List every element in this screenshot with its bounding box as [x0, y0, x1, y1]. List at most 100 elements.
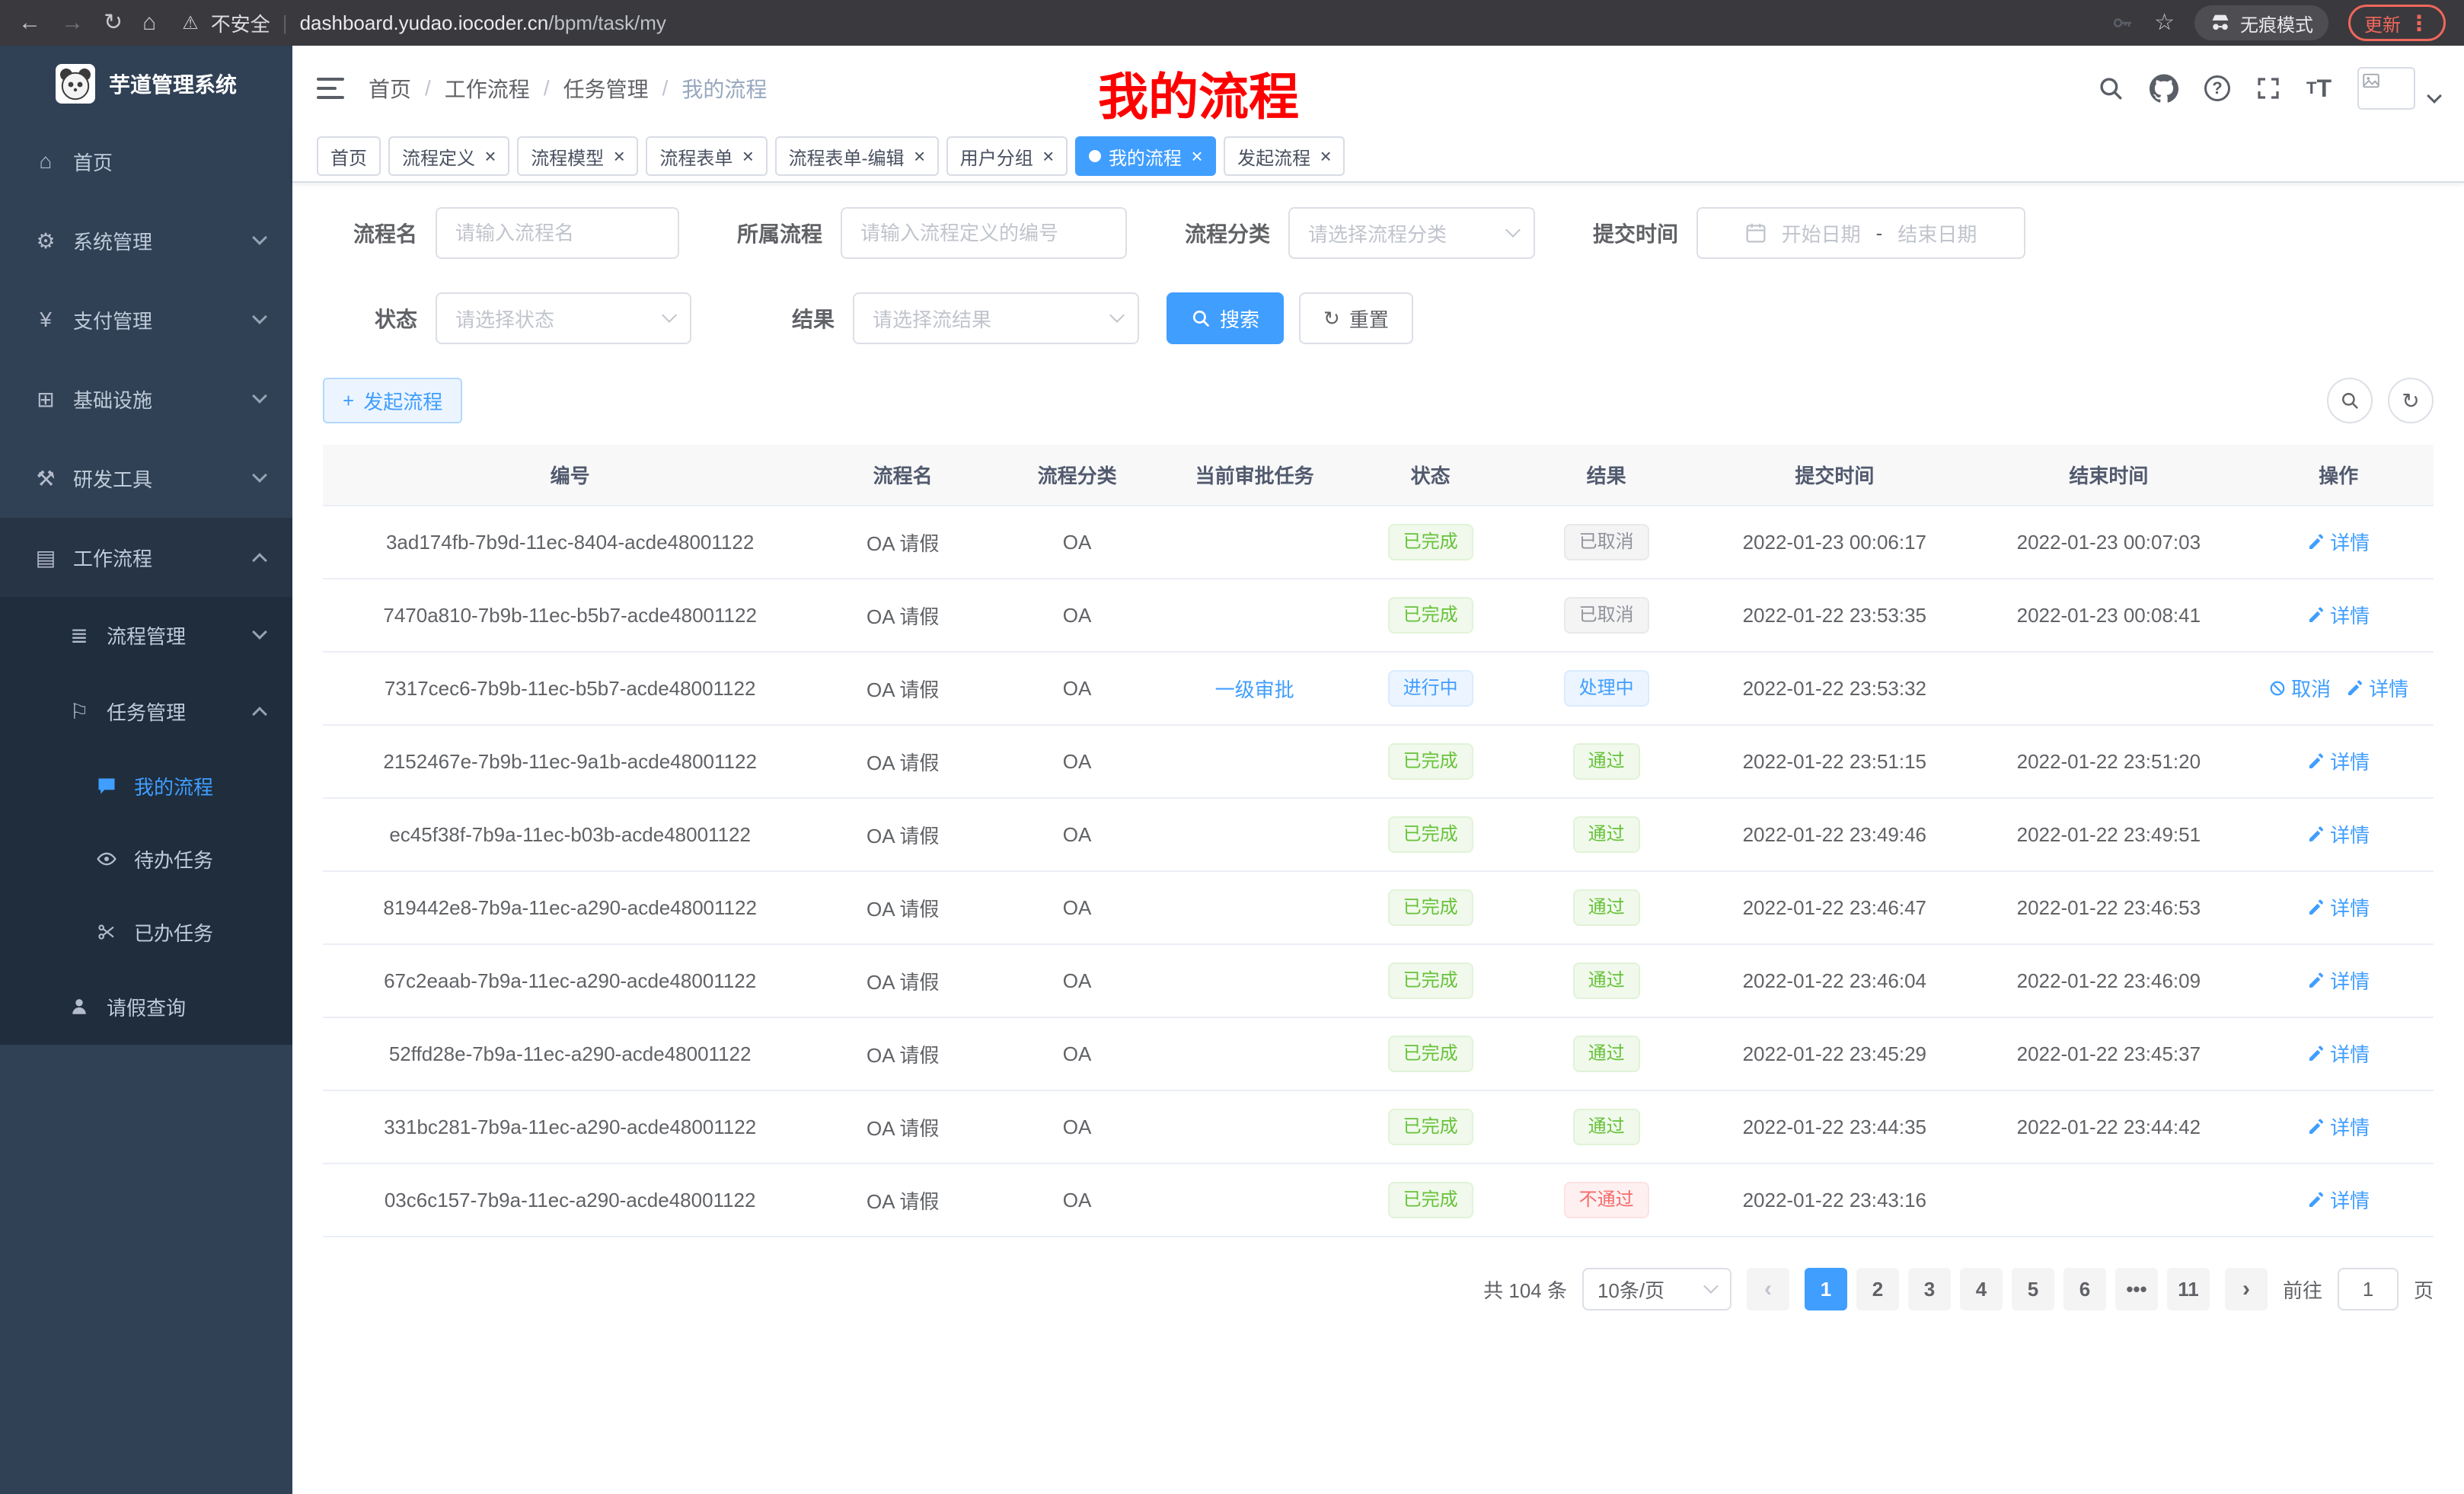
back-icon[interactable]: ←	[18, 11, 41, 34]
breadcrumb-item[interactable]: 工作流程	[445, 73, 530, 104]
search-button-label: 搜索	[1220, 305, 1259, 333]
page-size-select[interactable]: 10条/页	[1582, 1268, 1732, 1310]
table-search-toggle-button[interactable]	[2327, 378, 2373, 423]
address-bar[interactable]: ⚠ 不安全 | dashboard.yudao.iocoder.cn/bpm/t…	[182, 9, 2092, 37]
breadcrumb-item[interactable]: 首页	[369, 73, 411, 104]
password-key-icon[interactable]	[2111, 11, 2134, 34]
font-size-icon[interactable]: TT	[2306, 75, 2332, 103]
view-tab[interactable]: 流程表单-编辑×	[775, 136, 939, 176]
cell-current-task	[1166, 798, 1343, 871]
browser-home-icon[interactable]: ⌂	[142, 11, 156, 34]
process-definition-input[interactable]	[841, 207, 1127, 259]
column-header-status: 状态	[1343, 445, 1518, 506]
avatar-caret-icon[interactable]	[2427, 88, 2442, 104]
view-tab[interactable]: 首页	[317, 136, 381, 176]
cell-submit-time: 2022-01-22 23:46:04	[1695, 944, 1974, 1017]
sidebar-item-process-management[interactable]: ≣ 流程管理	[0, 597, 292, 673]
result-select[interactable]: 请选择流结果	[853, 292, 1139, 344]
tab-close-icon[interactable]: ×	[1042, 146, 1054, 166]
next-page-button[interactable]: ›	[2225, 1268, 2268, 1310]
sidebar-item-payment[interactable]: ¥ 支付管理	[0, 280, 292, 359]
cell-category: OA	[988, 798, 1166, 871]
page-button[interactable]: 2	[1856, 1268, 1899, 1310]
detail-link[interactable]: 详情	[2307, 601, 2370, 629]
chevron-down-icon	[252, 309, 267, 324]
detail-link[interactable]: 详情	[2346, 674, 2408, 702]
sidebar-item-todo-tasks[interactable]: 待办任务	[0, 822, 292, 895]
forward-icon[interactable]: →	[61, 11, 84, 34]
prev-page-button[interactable]: ‹	[1747, 1268, 1789, 1310]
view-tab[interactable]: 用户分组×	[946, 136, 1068, 176]
filter-label: 状态	[323, 303, 417, 334]
tab-close-icon[interactable]: ×	[1191, 146, 1202, 166]
tab-close-icon[interactable]: ×	[613, 146, 624, 166]
page-button[interactable]: 4	[1960, 1268, 2003, 1310]
view-tab[interactable]: 流程定义×	[388, 136, 509, 176]
sidebar-item-devtools[interactable]: ⚒ 研发工具	[0, 439, 292, 518]
view-tab[interactable]: 流程模型×	[517, 136, 638, 176]
toolbar: + 发起流程 ↻	[323, 378, 2434, 423]
more-pages-button[interactable]: •••	[2115, 1268, 2158, 1310]
tab-close-icon[interactable]: ×	[742, 146, 753, 166]
search-icon[interactable]	[2098, 75, 2124, 101]
sidebar-item-workflow[interactable]: ▤ 工作流程	[0, 518, 292, 597]
sidebar-item-done-tasks[interactable]: 已办任务	[0, 895, 292, 969]
table-refresh-button[interactable]: ↻	[2388, 378, 2434, 423]
fullscreen-icon[interactable]	[2256, 76, 2280, 101]
sidebar-item-infrastructure[interactable]: ⊞ 基础设施	[0, 359, 292, 439]
tab-close-icon[interactable]: ×	[484, 146, 496, 166]
search-button[interactable]: 搜索	[1167, 292, 1284, 344]
tab-label: 发起流程	[1237, 143, 1310, 170]
cancel-link[interactable]: 取消	[2268, 674, 2331, 702]
avatar[interactable]	[2357, 67, 2415, 110]
table-row: 67c2eaab-7b9a-11ec-a290-acde48001122OA 请…	[323, 944, 2434, 1017]
goto-page-input[interactable]	[2338, 1268, 2399, 1310]
warning-icon: ⚠	[182, 12, 199, 34]
detail-link[interactable]: 详情	[2307, 528, 2370, 556]
detail-link[interactable]: 详情	[2307, 747, 2370, 775]
detail-link[interactable]: 详情	[2307, 1113, 2370, 1141]
view-tab[interactable]: 我的流程×	[1075, 136, 1216, 176]
tab-close-icon[interactable]: ×	[1320, 146, 1331, 166]
reset-button[interactable]: ↻ 重置	[1299, 292, 1413, 344]
view-tab[interactable]: 发起流程 ×	[1224, 136, 1345, 176]
cell-end-time	[1974, 1164, 2243, 1237]
collapse-menu-icon[interactable]	[317, 78, 344, 99]
detail-link[interactable]: 详情	[2307, 820, 2370, 848]
sidebar-item-my-process[interactable]: 我的流程	[0, 749, 292, 822]
update-button[interactable]: 更新 ⋮	[2348, 5, 2446, 41]
chat-bubble-icon	[94, 775, 119, 796]
github-icon[interactable]	[2150, 74, 2178, 103]
breadcrumb-item[interactable]: 任务管理	[563, 73, 649, 104]
submit-time-daterange[interactable]: 开始日期 - 结束日期	[1696, 207, 2025, 259]
page-button[interactable]: 5	[2012, 1268, 2054, 1310]
cell-id: ec45f38f-7b9a-11ec-b03b-acde48001122	[323, 798, 817, 871]
status-select[interactable]: 请选择状态	[436, 292, 691, 344]
tools-icon: ⚒	[34, 466, 58, 491]
detail-link[interactable]: 详情	[2307, 893, 2370, 921]
tab-close-icon[interactable]: ×	[914, 146, 925, 166]
browser-menu-icon[interactable]: ⋮	[2408, 11, 2430, 36]
page-button[interactable]: 11	[2167, 1268, 2210, 1310]
reload-icon[interactable]: ↻	[104, 11, 123, 34]
cell-end-time: 2022-01-22 23:46:09	[1974, 944, 2243, 1017]
page-button[interactable]: 6	[2063, 1268, 2106, 1310]
view-tab[interactable]: 流程表单×	[646, 136, 767, 176]
process-name-input[interactable]	[436, 207, 679, 259]
plus-icon: +	[343, 389, 354, 413]
detail-link[interactable]: 详情	[2307, 966, 2370, 994]
sidebar-item-home[interactable]: ⌂ 首页	[0, 122, 292, 201]
create-process-button[interactable]: + 发起流程	[323, 378, 462, 423]
bookmark-star-icon[interactable]: ☆	[2154, 11, 2175, 34]
sidebar-item-task-management[interactable]: ⚐ 任务管理	[0, 673, 292, 749]
current-task-link[interactable]: 一级审批	[1215, 678, 1294, 701]
detail-link[interactable]: 详情	[2307, 1039, 2370, 1068]
sidebar-item-leave-query[interactable]: 请假查询	[0, 969, 292, 1045]
page-button[interactable]: 3	[1908, 1268, 1951, 1310]
table-row: 819442e8-7b9a-11ec-a290-acde48001122OA 请…	[323, 871, 2434, 944]
page-button[interactable]: 1	[1805, 1268, 1847, 1310]
help-icon[interactable]: ?	[2204, 75, 2230, 101]
detail-link[interactable]: 详情	[2307, 1186, 2370, 1214]
process-category-select[interactable]: 请选择流程分类	[1288, 207, 1535, 259]
sidebar-item-system[interactable]: ⚙ 系统管理	[0, 201, 292, 280]
